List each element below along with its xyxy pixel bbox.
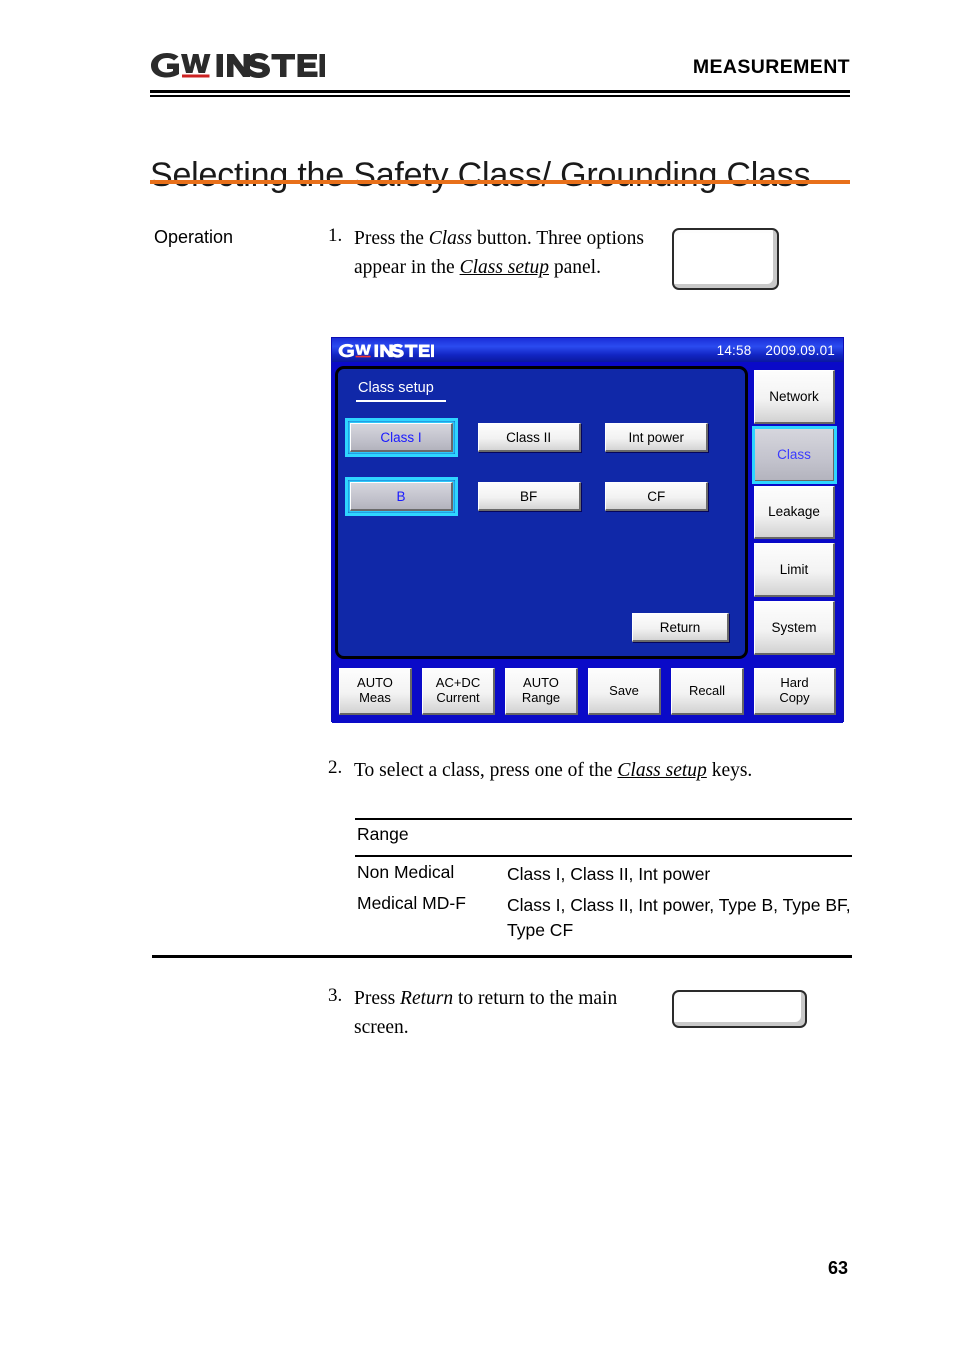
class-setup-cell: CF — [605, 482, 733, 511]
table-rule-bottom — [152, 955, 852, 958]
type-b-button[interactable]: B — [345, 477, 458, 516]
instrument-clock: 14:58 2009.09.01 — [717, 343, 835, 358]
function-cell: Hard Copy — [751, 663, 839, 720]
fn-acdc-line2: Current — [436, 690, 480, 705]
table-row: Medical MD-F Class I, Class II, Int powe… — [357, 893, 852, 943]
fn-hard-copy-line1: Hard — [780, 675, 809, 691]
side-menu-class[interactable]: Class — [752, 425, 837, 484]
step-3-part1: Press — [354, 988, 401, 1009]
page-title: Selecting the Safety Class/ Grounding Cl… — [150, 155, 811, 194]
instrument-body: Class setup Class I Class II Int power B… — [332, 362, 843, 723]
class-setup-row-2: B BF CF — [345, 477, 733, 516]
class-setup-button-grid: Class I Class II Int power B BF CF — [345, 418, 733, 541]
function-cell: AUTO Range — [502, 663, 581, 720]
step-2: 2. To select a class, press one of the C… — [328, 757, 868, 786]
step-2-number: 2. — [328, 757, 343, 778]
side-menu-leakage[interactable]: Leakage — [754, 485, 835, 540]
class-key-illustration — [672, 228, 779, 290]
step-1-emphasis-class-setup: Class setup — [459, 256, 549, 278]
table-cell-values: Class I, Class II, Int power — [507, 864, 711, 884]
class-setup-cell: Class II — [477, 423, 606, 452]
step-2-text: To select a class, press one of the Clas… — [354, 757, 752, 786]
step-1: 1. Press the Class button. Three options… — [328, 225, 658, 283]
step-2-emphasis-class-setup: Class setup — [617, 760, 707, 781]
class-setup-cell: Class I — [345, 418, 478, 457]
table-cell-range: Medical MD-F — [357, 892, 466, 913]
type-bf-button[interactable]: BF — [477, 482, 581, 511]
fn-hard-copy-line2: Copy — [779, 690, 810, 705]
instrument-time: 14:58 — [716, 342, 752, 358]
function-cell: AC+DC Current — [419, 663, 498, 720]
header-rule-thin — [150, 95, 850, 97]
step-2-part2: keys. — [706, 760, 753, 781]
class-i-button[interactable]: Class I — [345, 418, 458, 457]
function-cell: Recall — [668, 663, 747, 720]
table-cell-range: Non Medical — [357, 862, 455, 882]
class-setup-panel-title: Class setup — [356, 380, 446, 402]
return-button[interactable]: Return — [632, 613, 729, 642]
step-2-part1: To select a class, press one of the — [354, 760, 618, 781]
manual-page: MEASUREMENT Selecting the Safety Class/ … — [0, 0, 954, 1350]
return-button-wrap: Return — [632, 613, 729, 642]
step-3-text: Press Return to return to the main scree… — [354, 985, 658, 1043]
instrument-main-row: Class setup Class I Class II Int power B… — [335, 366, 840, 659]
side-menu-system[interactable]: System — [754, 601, 835, 655]
instrument-date: 2009.09.01 — [765, 342, 835, 358]
table-rule-top — [355, 818, 852, 820]
step-1-number: 1. — [328, 225, 343, 246]
table-header-range: Range — [357, 824, 409, 844]
step-1-part1: Press the — [354, 228, 429, 249]
class-setup-row-1: Class I Class II Int power — [345, 418, 733, 457]
operation-label: Operation — [154, 227, 234, 247]
page-number: 63 — [827, 1258, 848, 1278]
instrument-logo-icon — [338, 342, 434, 359]
side-menu-network[interactable]: Network — [754, 370, 835, 424]
step-1-emphasis-class: Class — [428, 228, 473, 249]
fn-auto-range-line2: Range — [521, 690, 561, 705]
class-ii-button[interactable]: Class II — [477, 423, 581, 452]
step-1-text: Press the Class button. Three options ap… — [354, 225, 658, 283]
type-cf-button[interactable]: CF — [605, 482, 709, 511]
fn-save-line1: Save — [609, 682, 639, 698]
header-rule-thick — [150, 90, 850, 93]
fn-auto-range-line1: AUTO — [523, 675, 559, 691]
class-setup-cell: B — [345, 477, 478, 516]
title-accent-rule — [150, 180, 850, 184]
fn-save-button[interactable]: Save — [588, 668, 661, 715]
instrument-function-row: AUTO Meas AC+DC Current AUTO Range Save … — [335, 663, 840, 720]
fn-auto-range-button[interactable]: AUTO Range — [505, 668, 578, 715]
fn-recall-button[interactable]: Recall — [671, 668, 744, 715]
fn-auto-meas-line1: AUTO — [357, 675, 393, 691]
fn-auto-meas-button[interactable]: AUTO Meas — [339, 668, 412, 715]
fn-acdc-current-button[interactable]: AC+DC Current — [422, 668, 495, 715]
section-title: MEASUREMENT — [692, 56, 850, 78]
fn-auto-meas-line2: Meas — [359, 690, 391, 705]
step-1-part3: panel. — [548, 256, 601, 278]
function-cell: Save — [585, 663, 664, 720]
table-cell-values: Class I, Class II, Int power, Type B, Ty… — [507, 894, 851, 940]
step-3-emphasis-return: Return — [400, 988, 454, 1009]
function-cell: AUTO Meas — [336, 663, 415, 720]
return-key-illustration — [672, 990, 807, 1028]
class-setup-panel: Class setup Class I Class II Int power B… — [335, 366, 748, 659]
instrument-side-menu: Network Class Leakage Limit System — [752, 366, 840, 659]
gw-instek-logo-icon — [150, 50, 325, 80]
class-setup-cell: BF — [477, 482, 606, 511]
step-3-number: 3. — [328, 985, 343, 1006]
side-menu-limit[interactable]: Limit — [754, 543, 835, 598]
range-table-rows: Non Medical Class I, Class II, Int power… — [357, 862, 852, 949]
fn-acdc-line1: AC+DC — [435, 675, 481, 691]
instrument-screen: 14:58 2009.09.01 Class setup Class I Cla… — [331, 337, 844, 723]
fn-recall-line1: Recall — [688, 682, 726, 698]
class-setup-cell: Int power — [605, 423, 733, 452]
table-rule-mid — [355, 855, 852, 857]
fn-hard-copy-button[interactable]: Hard Copy — [754, 668, 836, 715]
step-3: 3. Press Return to return to the main sc… — [328, 985, 658, 1043]
int-power-button[interactable]: Int power — [605, 423, 709, 452]
instrument-titlebar: 14:58 2009.09.01 — [332, 338, 843, 362]
table-row: Non Medical Class I, Class II, Int power — [357, 862, 852, 887]
